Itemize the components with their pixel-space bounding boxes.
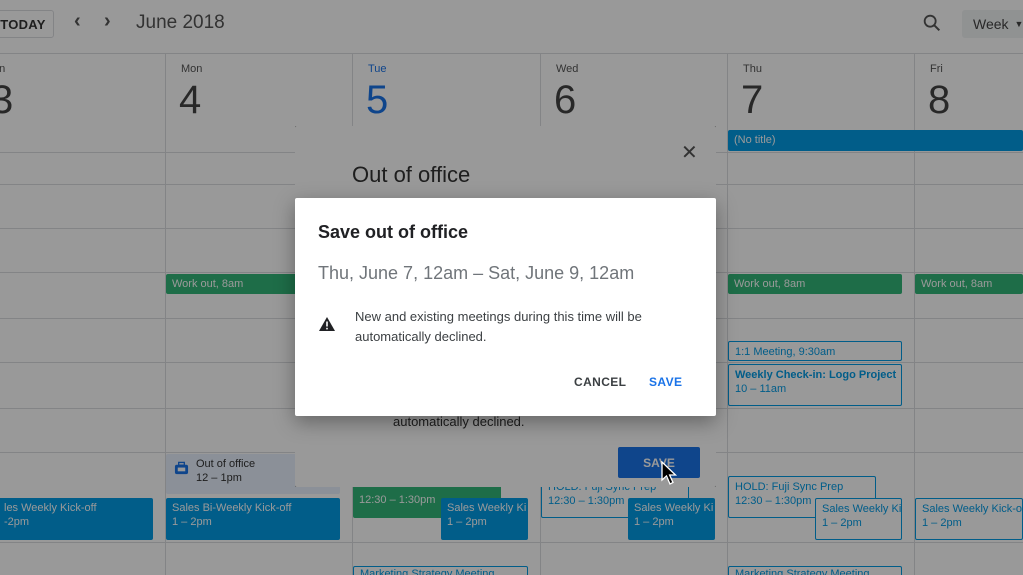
warning-icon xyxy=(319,317,335,331)
cursor-icon xyxy=(661,461,678,485)
date-range: Thu, June 7, 12am – Sat, June 9, 12am xyxy=(318,263,635,283)
save-button[interactable]: SAVE xyxy=(649,375,682,389)
dialog-title: Save out of office xyxy=(318,222,469,242)
save-confirm-dialog: Save out of office Thu, June 7, 12am – S… xyxy=(295,198,716,416)
cancel-button[interactable]: CANCEL xyxy=(574,375,626,389)
warning-message: New and existing meetings during this ti… xyxy=(355,309,642,344)
